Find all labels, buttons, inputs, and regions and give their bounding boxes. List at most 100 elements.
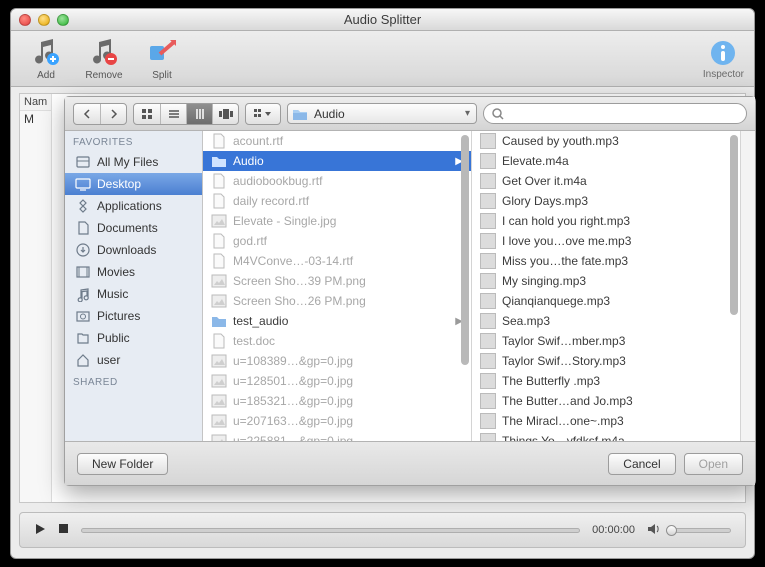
sidebar-item-music[interactable]: Music [65, 283, 202, 305]
list-item[interactable]: The Butterfly .mp3 [472, 371, 740, 391]
public-icon [75, 330, 91, 346]
open-dialog: Audio ▾ FAVORITES All My FilesDesktopApp… [64, 96, 756, 486]
sidebar-item-movies[interactable]: Movies [65, 261, 202, 283]
list-item[interactable]: u=128501…&gp=0.jpg [203, 371, 471, 391]
add-icon [30, 36, 62, 68]
movies-icon [75, 264, 91, 280]
list-item[interactable]: The Butter…and Jo.mp3 [472, 391, 740, 411]
list-item[interactable]: god.rtf [203, 231, 471, 251]
list-item-label: test_audio [233, 314, 288, 328]
split-button[interactable]: Split [137, 36, 187, 81]
list-item[interactable]: Qianqianquege.mp3 [472, 291, 740, 311]
list-item[interactable]: Elevate - Single.jpg [203, 211, 471, 231]
audio-thumb-icon [480, 333, 496, 349]
list-item[interactable]: Screen Sho…39 PM.png [203, 271, 471, 291]
sidebar-item-public[interactable]: Public [65, 327, 202, 349]
sidebar-item-label: Documents [97, 221, 158, 235]
list-item[interactable]: Elevate.m4a [472, 151, 740, 171]
seek-slider[interactable] [81, 528, 580, 533]
sidebar-item-pictures[interactable]: Pictures [65, 305, 202, 327]
inspector-button[interactable]: Inspector [703, 37, 744, 80]
list-item[interactable]: My singing.mp3 [472, 271, 740, 291]
view-list-mode[interactable] [160, 104, 186, 124]
list-item[interactable]: u=207163…&gp=0.jpg [203, 411, 471, 431]
main-list-background: Nam M Audi [19, 93, 746, 503]
list-item[interactable]: test.doc [203, 331, 471, 351]
list-item[interactable]: Taylor Swif…mber.mp3 [472, 331, 740, 351]
list-item[interactable]: I can hold you right.mp3 [472, 211, 740, 231]
new-folder-button[interactable]: New Folder [77, 453, 168, 475]
sidebar-item-documents[interactable]: Documents [65, 217, 202, 239]
list-item[interactable]: Glory Days.mp3 [472, 191, 740, 211]
list-item[interactable]: Sea.mp3 [472, 311, 740, 331]
titlebar[interactable]: Audio Splitter [11, 9, 754, 31]
doc-icon [211, 173, 227, 189]
search-field[interactable] [483, 103, 747, 124]
app-window: Audio Splitter Add Remove Split Inspecto… [10, 8, 755, 559]
sidebar-item-applications[interactable]: Applications [65, 195, 202, 217]
list-item[interactable]: Get Over it.m4a [472, 171, 740, 191]
remove-button[interactable]: Remove [79, 36, 129, 81]
list-item[interactable]: Screen Sho…26 PM.png [203, 291, 471, 311]
list-item[interactable]: acount.rtf [203, 131, 471, 151]
list-item[interactable]: Things Yo…yfdksf.m4a [472, 431, 740, 441]
volume-slider[interactable] [667, 528, 731, 533]
sidebar-item-home[interactable]: user [65, 349, 202, 371]
list-item[interactable]: Audio▶ [203, 151, 471, 171]
view-coverflow-mode[interactable] [212, 104, 238, 124]
list-item[interactable]: I love you…ove me.mp3 [472, 231, 740, 251]
back-button[interactable] [74, 104, 100, 124]
column-1: acount.rtfAudio▶ audiobookbug.rtf daily re… [203, 131, 472, 441]
cancel-button[interactable]: Cancel [608, 453, 675, 475]
play-button[interactable] [34, 523, 46, 538]
view-icon-mode[interactable] [134, 104, 160, 124]
volume-thumb[interactable] [666, 525, 677, 536]
add-button[interactable]: Add [21, 36, 71, 81]
doc-icon [211, 233, 227, 249]
time-display: 00:00:00 [592, 524, 635, 536]
path-selector[interactable]: Audio ▾ [287, 103, 477, 124]
sidebar-item-all-my-files[interactable]: All My Files [65, 151, 202, 173]
view-column-mode[interactable] [186, 104, 212, 124]
arrange-menu[interactable] [245, 103, 281, 125]
list-item-label: Glory Days.mp3 [502, 194, 588, 208]
scrollbar[interactable] [730, 135, 738, 437]
list-item[interactable]: u=185321…&gp=0.jpg [203, 391, 471, 411]
scrollbar-thumb[interactable] [461, 135, 469, 365]
list-item[interactable]: daily record.rtf [203, 191, 471, 211]
img-icon [211, 213, 227, 229]
forward-button[interactable] [100, 104, 126, 124]
info-icon [707, 37, 739, 69]
list-item[interactable]: test_audio▶ [203, 311, 471, 331]
audio-thumb-icon [480, 313, 496, 329]
remove-label: Remove [85, 70, 122, 81]
list-item[interactable]: M4VConve…-03-14.rtf [203, 251, 471, 271]
scrollbar[interactable] [461, 135, 469, 437]
list-item[interactable]: audiobookbug.rtf [203, 171, 471, 191]
doc-icon [211, 133, 227, 149]
list-item[interactable]: u=225881…&gp=0.jpg [203, 431, 471, 441]
sidebar-item-label: Movies [97, 265, 135, 279]
search-input[interactable] [508, 107, 738, 121]
audio-thumb-icon [480, 233, 496, 249]
sidebar-item-downloads[interactable]: Downloads [65, 239, 202, 261]
img-icon [211, 353, 227, 369]
name-column-header[interactable]: Nam [20, 94, 51, 111]
stop-button[interactable] [58, 523, 69, 537]
audio-thumb-icon [480, 373, 496, 389]
list-item[interactable]: The Miracl…one~.mp3 [472, 411, 740, 431]
open-button[interactable]: Open [684, 453, 743, 475]
search-icon [492, 108, 504, 120]
list-item[interactable]: Miss you…the fate.mp3 [472, 251, 740, 271]
list-item[interactable]: M [20, 111, 51, 127]
list-item-label: audiobookbug.rtf [233, 174, 322, 188]
list-item-label: Taylor Swif…Story.mp3 [502, 354, 626, 368]
scrollbar-thumb[interactable] [730, 135, 738, 315]
list-item[interactable]: Caused by youth.mp3 [472, 131, 740, 151]
list-item-label: u=207163…&gp=0.jpg [233, 414, 353, 428]
list-item-label: M4VConve…-03-14.rtf [233, 254, 353, 268]
sidebar-item-desktop[interactable]: Desktop [65, 173, 202, 195]
list-item[interactable]: u=108389…&gp=0.jpg [203, 351, 471, 371]
sidebar-item-label: All My Files [97, 155, 158, 169]
list-item[interactable]: Taylor Swif…Story.mp3 [472, 351, 740, 371]
